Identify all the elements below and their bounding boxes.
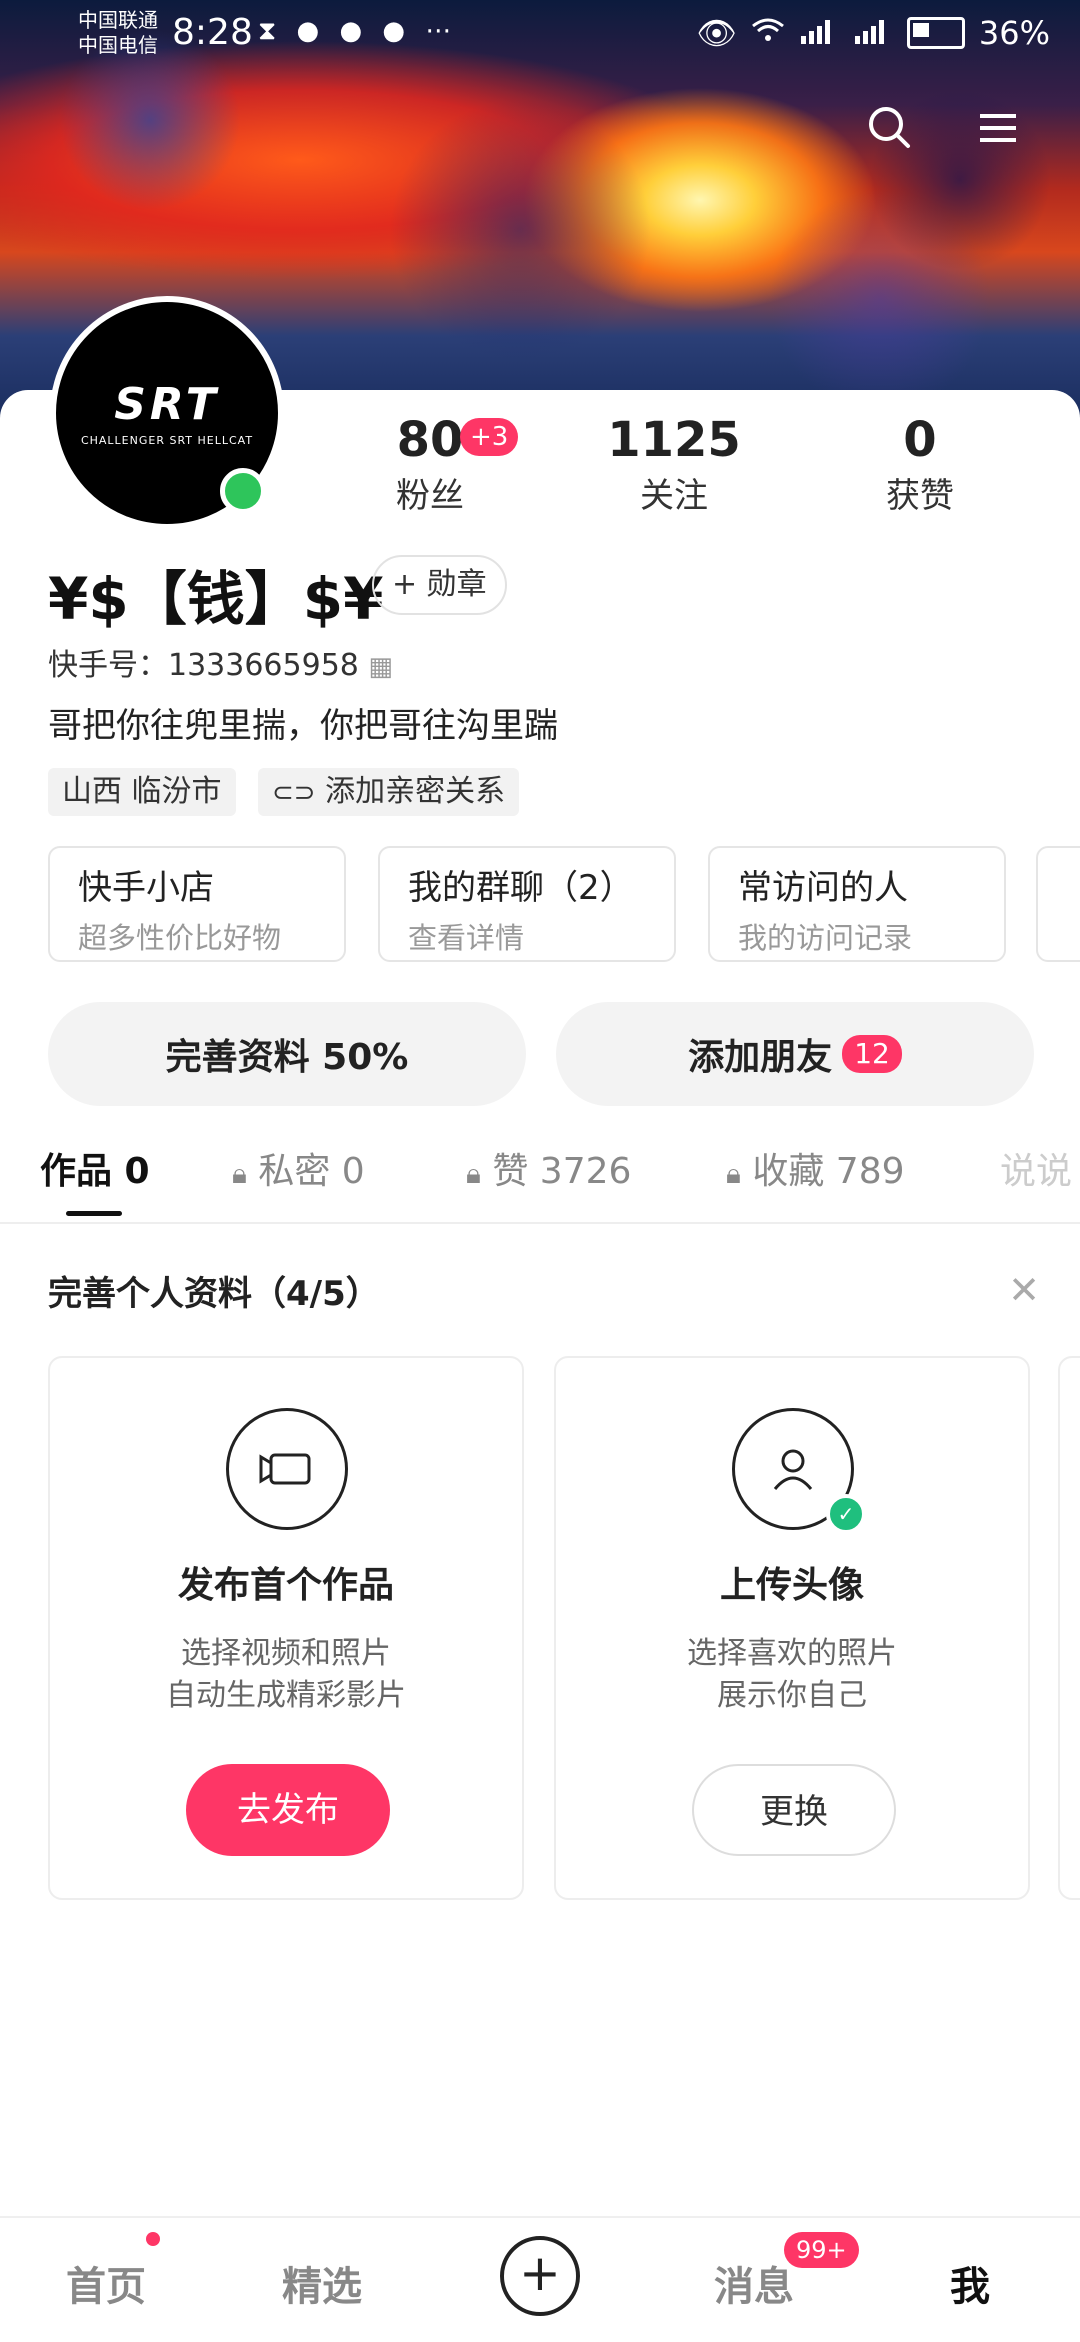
- nav-featured[interactable]: 精选: [282, 2254, 362, 2312]
- tab-liked-label: 赞 3726: [492, 1151, 632, 1192]
- publish-button[interactable]: 去发布: [186, 1764, 390, 1856]
- nav-me[interactable]: 我: [950, 2254, 990, 2312]
- change-avatar-button[interactable]: 更换: [692, 1764, 896, 1856]
- task-card-publish: 发布首个作品 选择视频和照片 自动生成精彩影片 去发布: [48, 1356, 524, 1900]
- video-camera-icon: [226, 1408, 348, 1530]
- frequent-visitors-entry[interactable]: 常访问的人 我的访问记录: [708, 846, 1006, 962]
- task-title: 发布首个作品: [177, 1565, 394, 1606]
- add-friend-count-badge: 12: [842, 1035, 902, 1073]
- create-post-button[interactable]: +: [500, 2236, 580, 2316]
- lock-icon: 🔒︎: [726, 1157, 741, 1190]
- notification-icons: ⧗ ● ● ● ⋯: [258, 16, 458, 46]
- following-stat[interactable]: 1125 关注: [594, 412, 754, 517]
- messages-badge: 99+: [784, 2232, 859, 2268]
- carrier-info: 中国联通 中国电信: [78, 8, 158, 58]
- task-card-avatar: ✓ 上传头像 选择喜欢的照片 展示你自己 更换: [554, 1356, 1030, 1900]
- qr-code-icon[interactable]: ▦: [368, 652, 393, 682]
- group-chat-entry[interactable]: 我的群聊（2） 查看详情: [378, 846, 676, 962]
- divider: [0, 1222, 1080, 1224]
- close-icon[interactable]: ✕: [1008, 1268, 1040, 1312]
- likes-stat[interactable]: 0 获赞: [840, 412, 1000, 517]
- system-icons: 👁 36%: [696, 14, 1050, 52]
- battery-icon: [906, 17, 965, 49]
- add-intimate-relation-tag[interactable]: ⊂⊃ 添加亲密关系: [258, 768, 520, 816]
- more-entry-partial[interactable]: [1036, 846, 1080, 962]
- tab-private-label: 私密 0: [258, 1151, 365, 1192]
- following-count: 1125: [607, 412, 741, 468]
- kuaishou-id-text: 快手号：1333665958: [48, 648, 359, 683]
- menu-icon[interactable]: [970, 100, 1026, 156]
- add-friend-button[interactable]: 添加朋友 12: [556, 1002, 1034, 1106]
- fans-label: 粉丝: [396, 476, 464, 516]
- lock-icon: 🔒︎: [466, 1157, 481, 1190]
- tab-private[interactable]: 🔒︎ 私密 0: [232, 1142, 365, 1194]
- following-label: 关注: [640, 476, 708, 516]
- nav-messages[interactable]: 消息: [714, 2254, 794, 2312]
- home-notification-dot: [146, 2232, 160, 2246]
- section-title: 完善个人资料（4/5）: [48, 1274, 380, 1314]
- online-status-dot: [220, 468, 266, 514]
- add-friend-label: 添加朋友: [688, 1037, 833, 1078]
- active-tab-indicator: [66, 1211, 122, 1216]
- entry-title: 我的群聊（2）: [408, 868, 634, 908]
- profile-tabs: 作品 0 🔒︎ 私密 0 🔒︎ 赞 3726 🔒︎ 收藏 789 说说: [0, 1142, 1080, 1218]
- entry-subtitle: 超多性价比好物: [78, 921, 282, 955]
- username: ¥$【钱】$¥: [48, 565, 384, 633]
- entry-subtitle: 查看详情: [408, 921, 525, 955]
- likes-label: 获赞: [886, 476, 954, 516]
- task-desc-line1: 选择视频和照片: [181, 1636, 391, 1671]
- entry-title: 常访问的人: [738, 868, 908, 908]
- tab-favorites[interactable]: 🔒︎ 收藏 789: [726, 1142, 905, 1194]
- add-intimate-relation-label: 添加亲密关系: [325, 774, 506, 809]
- avatar-logo-subtext: CHALLENGER SRT HELLCAT: [80, 434, 254, 447]
- task-desc-line2: 展示你自己: [717, 1678, 867, 1713]
- carrier-2: 中国电信: [78, 33, 158, 57]
- likes-count: 0: [903, 412, 937, 468]
- complete-profile-button[interactable]: 完善资料 50%: [48, 1002, 526, 1106]
- battery-level: 36%: [978, 14, 1050, 52]
- avatar-logo-text: SRT: [114, 379, 220, 430]
- link-icon: ⊂⊃: [272, 778, 316, 808]
- tab-favorites-label: 收藏 789: [752, 1151, 905, 1192]
- carrier-1: 中国联通: [78, 8, 158, 32]
- task-desc-line2: 自动生成精彩影片: [166, 1678, 406, 1713]
- entry-subtitle: 我的访问记录: [738, 921, 913, 955]
- eye-icon: 👁: [696, 14, 737, 52]
- entry-title: 快手小店: [78, 868, 214, 908]
- status-bar: 中国联通 中国电信 8:28 ⧗ ● ● ● ⋯ 👁 36%: [0, 0, 1080, 70]
- tab-works[interactable]: 作品 0: [40, 1142, 150, 1194]
- tab-moments[interactable]: 说说: [1000, 1142, 1072, 1194]
- tab-liked[interactable]: 🔒︎ 赞 3726: [466, 1142, 631, 1194]
- task-card-partial: [1058, 1356, 1080, 1900]
- add-medal-button[interactable]: + 勋章: [372, 555, 507, 615]
- nav-home[interactable]: 首页: [66, 2254, 146, 2312]
- bio: 哥把你往兜里揣，你把哥往沟里踹: [48, 706, 558, 746]
- search-icon[interactable]: [862, 100, 918, 156]
- clock: 8:28: [172, 12, 253, 53]
- lock-icon: 🔒︎: [232, 1157, 247, 1190]
- task-title: 上传头像: [719, 1565, 864, 1606]
- signal-icon: [799, 14, 839, 52]
- kuaishou-shop-entry[interactable]: 快手小店 超多性价比好物: [48, 846, 346, 962]
- task-desc-line1: 选择喜欢的照片: [687, 1636, 897, 1671]
- signal-icon-2: [853, 14, 893, 52]
- location-tag[interactable]: 山西 临汾市: [48, 768, 236, 816]
- kuaishou-id[interactable]: 快手号：1333665958 ▦: [48, 640, 393, 684]
- wifi-icon: [751, 14, 785, 52]
- fans-delta-badge: +3: [460, 418, 519, 456]
- complete-profile-label: 完善资料 50%: [165, 1037, 409, 1078]
- check-icon: ✓: [826, 1494, 866, 1534]
